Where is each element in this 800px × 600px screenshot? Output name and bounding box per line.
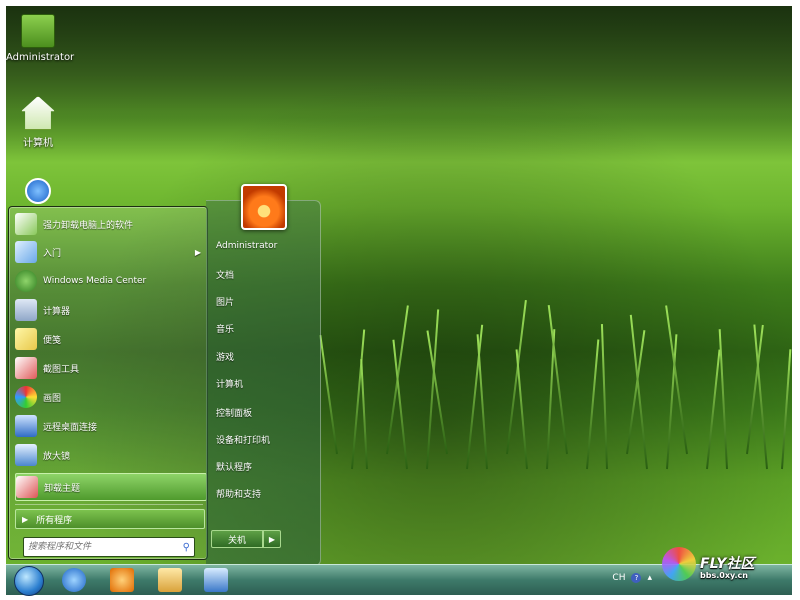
program-uninstall-theme[interactable]: 卸载主题 xyxy=(15,473,207,501)
program-label: 放大镜 xyxy=(43,451,71,462)
all-programs-label: 所有程序 xyxy=(36,515,73,526)
start-button[interactable] xyxy=(14,566,44,596)
places-item-help-support[interactable]: 帮助和支持 xyxy=(216,487,261,500)
program-calculator[interactable]: 计算器 xyxy=(15,297,205,323)
uninstall-software-icon xyxy=(15,213,37,235)
program-label: 计算器 xyxy=(43,306,71,317)
program-remote-desktop[interactable]: 远程桌面连接 xyxy=(15,413,205,439)
program-label: 便笺 xyxy=(43,335,62,346)
internet-explorer-icon[interactable] xyxy=(62,568,86,592)
program-label: 远程桌面连接 xyxy=(43,422,98,433)
shutdown-button[interactable]: 关机 xyxy=(211,530,263,548)
start-menu-programs-pane: 强力卸载电脑上的软件 入门 ▶ Windows Media Center 计算器… xyxy=(8,206,208,560)
grass-blade xyxy=(515,349,528,470)
program-magnifier[interactable]: 放大镜 xyxy=(15,442,205,468)
grass-blade xyxy=(600,324,608,470)
grass-blade xyxy=(586,339,600,470)
places-item-control-panel[interactable]: 控制面板 xyxy=(216,406,252,419)
program-label: 入门 xyxy=(43,248,62,259)
places-item-computer[interactable]: 计算机 xyxy=(216,377,243,390)
program-label: 截图工具 xyxy=(43,364,80,375)
places-item-documents[interactable]: 文档 xyxy=(216,268,234,281)
program-uninstall-software[interactable]: 强力卸载电脑上的软件 xyxy=(15,211,205,237)
language-indicator[interactable]: CH xyxy=(612,573,625,583)
triangle-right-icon: ▶ xyxy=(22,514,29,524)
fly-community-watermark: FLY社区 bbs.0xy.cn xyxy=(660,543,786,589)
places-item-administrator[interactable]: Administrator xyxy=(216,241,277,251)
program-label: 画图 xyxy=(43,393,62,404)
program-paint[interactable]: 画图 xyxy=(15,384,205,410)
places-item-devices-printers[interactable]: 设备和打印机 xyxy=(216,433,270,446)
all-programs-button[interactable]: ▶ 所有程序 xyxy=(15,509,205,529)
places-item-default-programs[interactable]: 默认程序 xyxy=(216,460,252,473)
program-label: 强力卸载电脑上的软件 xyxy=(43,220,134,231)
desktop-icon-computer[interactable]: 计算机 xyxy=(6,96,70,149)
places-item-pictures[interactable]: 图片 xyxy=(216,295,234,308)
program-sticky-notes[interactable]: 便笺 xyxy=(15,326,205,352)
places-item-games[interactable]: 游戏 xyxy=(216,350,234,363)
uninstall-theme-icon xyxy=(16,476,38,498)
desktop-icon-label: 计算机 xyxy=(23,138,53,149)
system-tray: CH ? ▴ xyxy=(612,573,652,583)
search-input[interactable] xyxy=(24,541,170,553)
help-icon[interactable]: ? xyxy=(631,573,642,583)
magnifier-icon xyxy=(15,444,37,466)
desktop-icon-administrator[interactable]: Administrator xyxy=(6,14,74,63)
explorer-folder-icon[interactable] xyxy=(158,568,182,592)
program-label: Windows Media Center xyxy=(43,276,147,286)
start-menu: 强力卸载电脑上的软件 入门 ▶ Windows Media Center 计算器… xyxy=(8,184,322,566)
fly-logo-icon xyxy=(662,547,696,581)
watermark-brand: FLY社区 xyxy=(700,556,755,572)
folder-star-icon xyxy=(21,14,55,48)
program-snipping-tool[interactable]: 截图工具 xyxy=(15,355,205,381)
home-computer-icon xyxy=(21,96,55,130)
control-panel-icon[interactable] xyxy=(204,568,228,592)
tray-expand-icon[interactable]: ▴ xyxy=(647,573,652,583)
places-item-music[interactable]: 音乐 xyxy=(216,322,234,335)
grass-blade xyxy=(476,334,488,470)
snipping-tool-icon xyxy=(15,357,37,379)
shutdown-options-arrow-icon[interactable]: ▶ xyxy=(263,530,281,548)
user-avatar[interactable] xyxy=(241,184,287,230)
remote-desktop-icon xyxy=(15,415,37,437)
paint-icon xyxy=(15,386,37,408)
taskbar: CH ? ▴ FLY社区 bbs.0xy.cn xyxy=(6,547,792,596)
search-box: ⚲ xyxy=(23,537,195,557)
grass-blade xyxy=(319,335,338,455)
watermark-url: bbs.0xy.cn xyxy=(700,571,748,580)
desktop-icon-label: Administrator xyxy=(6,52,75,63)
start-menu-places-pane: Administrator 文档 图片 音乐 游戏 计算机 控制面板 设备和打印… xyxy=(206,200,321,566)
search-icon[interactable]: ⚲ xyxy=(183,542,190,553)
submenu-arrow-icon: ▶ xyxy=(194,247,201,257)
media-center-icon xyxy=(15,270,37,292)
grass-blade xyxy=(706,349,721,470)
program-label: 卸载主题 xyxy=(44,483,81,494)
sticky-notes-icon xyxy=(15,328,37,350)
program-media-center[interactable]: Windows Media Center xyxy=(15,268,205,294)
media-player-icon[interactable] xyxy=(110,568,134,592)
grass-blade xyxy=(629,314,648,470)
grass-blade xyxy=(718,329,728,470)
grass-blade xyxy=(781,349,792,470)
getting-started-icon xyxy=(15,241,37,263)
grass-blade xyxy=(360,359,368,470)
divider xyxy=(15,504,203,505)
program-getting-started[interactable]: 入门 ▶ xyxy=(15,239,205,265)
calculator-icon xyxy=(15,299,37,321)
